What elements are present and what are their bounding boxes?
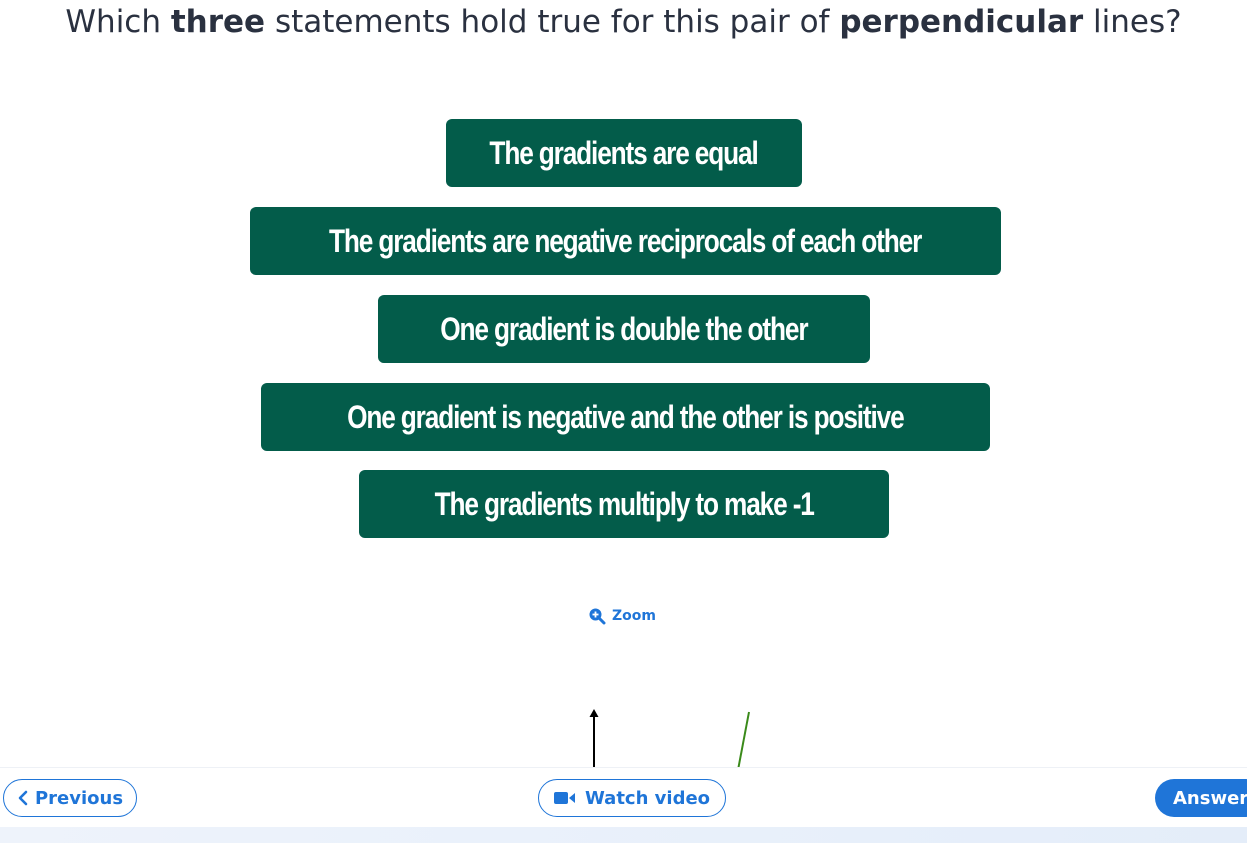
previous-label: Previous (34, 787, 124, 809)
option-negative-and-positive[interactable]: One gradient is negative and the other i… (261, 383, 990, 451)
option-multiply-minus-one[interactable]: The gradients multiply to make -1 (359, 470, 889, 538)
question-part-1: Which (65, 4, 171, 40)
option-label: The gradients multiply to make -1 (434, 486, 814, 522)
zoom-button[interactable]: Zoom (588, 605, 656, 627)
option-gradients-equal[interactable]: The gradients are equal (446, 119, 802, 187)
option-label: One gradient is double the other (440, 311, 808, 347)
zoom-label: Zoom (612, 608, 656, 624)
answer-label: Answer (1173, 787, 1247, 809)
question-bold-three: three (170, 4, 266, 40)
y-axis-arrowhead (589, 709, 599, 717)
watch-video-label: Watch video (584, 787, 711, 809)
option-negative-reciprocals[interactable]: The gradients are negative reciprocals o… (250, 207, 1001, 275)
question-bold-perpendicular: perpendicular (839, 4, 1084, 40)
previous-button[interactable]: Previous (3, 779, 137, 817)
footer-shadow (0, 827, 1247, 843)
footer-bar: Previous Watch video Answer (0, 767, 1247, 828)
option-label: One gradient is negative and the other i… (347, 399, 905, 435)
question-part-3: lines? (1083, 4, 1182, 40)
zoom-in-icon (589, 608, 606, 625)
option-label: The gradients are equal (489, 135, 759, 171)
question-text: Which three statements hold true for thi… (0, 0, 1247, 46)
option-double[interactable]: One gradient is double the other (378, 295, 870, 363)
chevron-left-icon (18, 790, 28, 806)
answer-button[interactable]: Answer (1155, 779, 1247, 817)
question-part-2: statements hold true for this pair of (265, 4, 840, 40)
video-camera-icon (553, 792, 575, 804)
watch-video-button[interactable]: Watch video (538, 779, 726, 817)
option-label: The gradients are negative reciprocals o… (329, 223, 922, 259)
perpendicular-lines-diagram (589, 709, 750, 770)
green-line (737, 711, 750, 770)
